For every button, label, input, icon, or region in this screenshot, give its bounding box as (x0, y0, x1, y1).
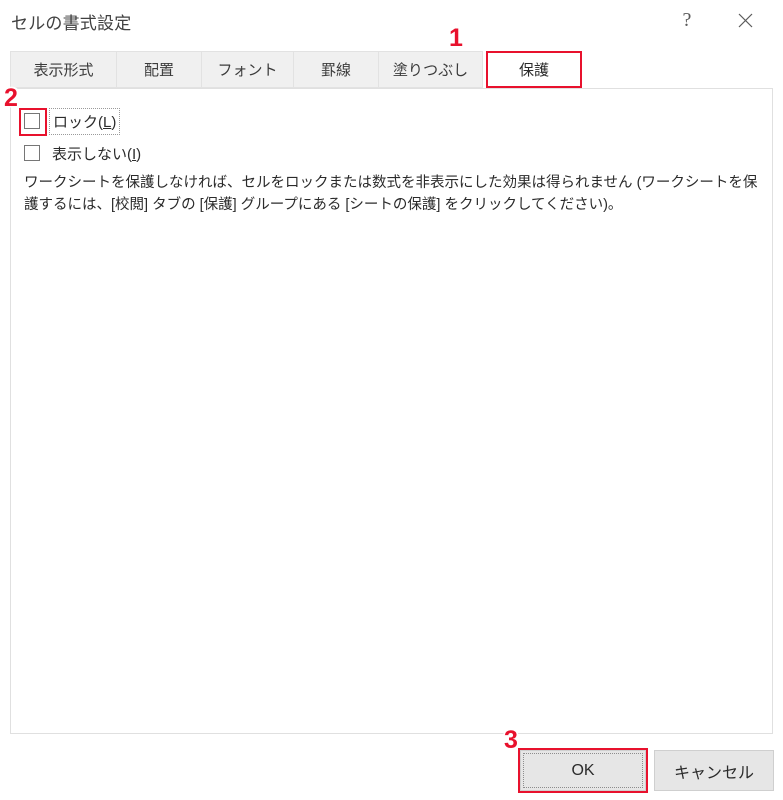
checkbox-label-lock[interactable]: ロック(L) (49, 107, 121, 135)
protection-description-text: ワークシートを保護しなければ、セルをロックまたは数式を非表示にした効果は得られま… (24, 175, 758, 213)
dialog-title: セルの書式設定 (11, 14, 132, 33)
checkbox-row-hidden[interactable]: 表示しない(I) (24, 141, 144, 165)
cancel-button[interactable]: キャンセル (654, 750, 774, 791)
step-marker-3: 3 (504, 726, 518, 754)
checkbox-lock-wrapper[interactable] (19, 108, 47, 136)
tab-font[interactable]: フォント (202, 51, 294, 88)
help-button[interactable]: ? (664, 2, 710, 38)
checkbox-label-lock-prefix: ロック( (53, 113, 103, 131)
checkbox-label-lock-suffix: ) (111, 113, 117, 131)
tab-label: 保護 (518, 62, 549, 79)
checkbox-label-hidden-prefix: 表示しない( (52, 145, 132, 163)
question-mark-icon: ? (682, 8, 692, 31)
checkbox-hidden-wrapper[interactable] (24, 145, 40, 161)
checkbox-lock[interactable] (24, 113, 40, 129)
checkbox-label-hidden-suffix: ) (136, 145, 142, 163)
step-marker-1: 1 (449, 24, 463, 52)
tab-border[interactable]: 罫線 (294, 51, 379, 88)
checkbox-hidden[interactable] (24, 145, 40, 161)
tab-label: フォント (217, 62, 278, 79)
tab-label: 配置 (143, 62, 174, 79)
format-cells-dialog: セルの書式設定 ? 表示形式 配置 フォント 罫線 塗りつぶし 保護 ロック(L… (0, 0, 783, 800)
tab-label: 塗りつぶし (392, 62, 469, 79)
tab-protection[interactable]: 保護 (486, 51, 582, 88)
close-icon (738, 13, 753, 28)
tab-label: 表示形式 (33, 62, 94, 79)
protection-tab-panel: ロック(L) 表示しない(I) ワークシートを保護しなければ、セルをロックまたは… (10, 88, 773, 734)
checkbox-row-lock[interactable]: ロック(L) (19, 107, 121, 136)
tab-strip: 表示形式 配置 フォント 罫線 塗りつぶし 保護 (0, 46, 783, 89)
tab-label: 罫線 (320, 62, 351, 79)
tab-fill[interactable]: 塗りつぶし (379, 51, 483, 88)
tab-list: 表示形式 配置 フォント 罫線 塗りつぶし 保護 (10, 51, 582, 88)
tab-alignment[interactable]: 配置 (117, 51, 202, 88)
checkbox-label-hidden[interactable]: 表示しない(I) (49, 141, 144, 166)
ok-button-label: OK (571, 761, 595, 779)
ok-button[interactable]: OK (520, 750, 646, 791)
step-marker-2: 2 (4, 84, 18, 112)
close-button[interactable] (722, 2, 768, 38)
tab-number-format[interactable]: 表示形式 (10, 51, 117, 88)
dialog-titlebar: セルの書式設定 ? (0, 0, 783, 46)
cancel-button-label: キャンセル (673, 764, 754, 782)
